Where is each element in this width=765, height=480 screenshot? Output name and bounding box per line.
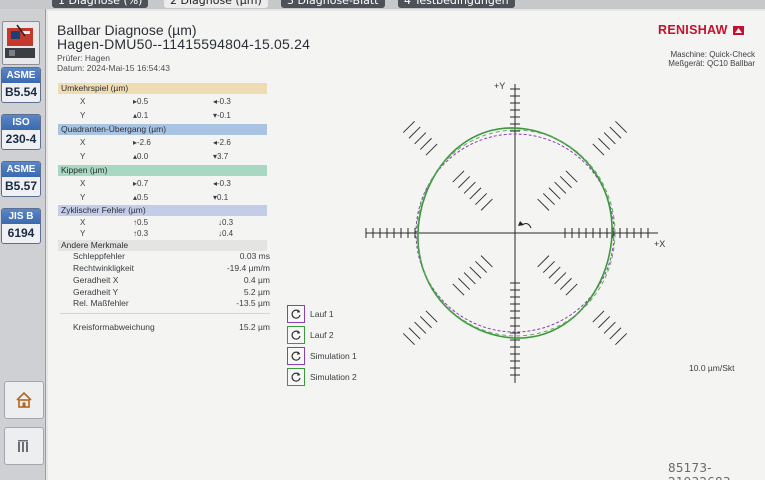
diagonal-tick <box>565 170 578 183</box>
standard-label: ASME <box>2 68 40 83</box>
grid-button[interactable] <box>4 427 44 465</box>
diagonal-tick <box>469 266 482 279</box>
x-axis-label: +X <box>654 239 665 249</box>
diagonal-tick <box>425 310 438 323</box>
standard-asme-b557-button[interactable]: ASME B5.57 <box>1 161 41 197</box>
tab-diagnose-um[interactable]: 2 Diagnose (µm) <box>164 0 268 8</box>
diagonal-tick <box>475 193 488 206</box>
listing-id: 85173-21932683 <box>668 461 730 480</box>
diagonal-tick <box>475 260 488 273</box>
tab-bar: 1 Diagnose (%) 2 Diagnose (µm) 3 Diagnos… <box>0 0 765 9</box>
diagonal-tick <box>615 120 628 133</box>
diagonal-tick <box>603 132 616 145</box>
diagonal-tick <box>408 126 421 139</box>
standard-jis-b6194-button[interactable]: JIS B 6194 <box>1 208 41 244</box>
diagonal-tick <box>537 198 550 211</box>
diagonal-tick <box>592 310 605 323</box>
ballbar-logo-button[interactable] <box>2 21 40 65</box>
rotation-direction-arrow <box>521 223 532 229</box>
diagonal-tick <box>537 255 550 268</box>
diagonal-tick <box>554 181 567 194</box>
diagnose-panel: Ballbar Diagnose (µm) Hagen-DMU50--11415… <box>48 11 765 480</box>
arrow-head <box>518 221 524 226</box>
diagonal-tick <box>425 143 438 156</box>
screen: 1 Diagnose (%) 2 Diagnose (µm) 3 Diagnos… <box>0 0 765 480</box>
ballbar-device-icon <box>5 24 35 58</box>
diagonal-tick <box>414 132 427 145</box>
diagonal-tick <box>609 327 622 340</box>
y-axis-label: +Y <box>494 81 505 91</box>
diagonal-tick <box>615 333 628 346</box>
sidebar: ASME B5.54 ISO 230-4 ASME B5.57 JIS B 61… <box>0 9 46 480</box>
standard-label: ASME <box>2 162 40 177</box>
diagonal-tick <box>458 176 471 189</box>
diagonal-tick <box>408 327 421 340</box>
standard-label: JIS B <box>2 209 40 224</box>
diagonal-tick <box>542 260 555 273</box>
tab-testbedingungen[interactable]: 4 Testbedingungen <box>398 0 515 8</box>
diagonal-tick <box>469 187 482 200</box>
diagonal-tick <box>419 316 432 329</box>
ballbar-polar-plot: +Y +X <box>365 81 665 383</box>
diagonal-tick <box>480 255 493 268</box>
standard-label: ISO <box>2 115 40 130</box>
standard-iso-2304-button[interactable]: ISO 230-4 <box>1 114 41 150</box>
diagonal-tick <box>542 193 555 206</box>
diagonal-tick <box>609 126 622 139</box>
standard-code: 230-4 <box>2 130 40 149</box>
standard-asme-b554-button[interactable]: ASME B5.54 <box>1 67 41 103</box>
diagonal-tick <box>598 137 611 150</box>
diagonal-tick <box>554 272 567 285</box>
diagonal-tick <box>463 181 476 194</box>
tab-diagnose-percent[interactable]: 1 Diagnose (%) <box>52 0 149 8</box>
home-icon <box>16 391 32 408</box>
diagonal-tick <box>603 321 616 334</box>
diagonal-tick <box>458 277 471 290</box>
diagonal-tick <box>559 277 572 290</box>
standard-code: B5.57 <box>2 177 40 196</box>
diagonal-tick <box>598 316 611 329</box>
diagonal-tick <box>548 187 561 200</box>
diagonal-tick <box>452 170 465 183</box>
diagonal-tick <box>559 176 572 189</box>
diagonal-tick <box>565 283 578 296</box>
diagonal-tick <box>452 283 465 296</box>
diagonal-tick <box>402 120 415 133</box>
diagonal-tick <box>548 266 561 279</box>
home-button[interactable] <box>4 381 44 419</box>
grid-icon <box>18 440 28 452</box>
scale-label: 10.0 µm/Skt <box>689 363 735 373</box>
diagonal-tick <box>480 198 493 211</box>
diagonal-tick <box>463 272 476 285</box>
standard-code: 6194 <box>2 224 40 243</box>
diagonal-tick <box>402 333 415 346</box>
diagonal-tick <box>419 137 432 150</box>
diagonal-tick <box>414 321 427 334</box>
diagonal-tick <box>592 143 605 156</box>
tab-diagnose-blatt[interactable]: 3 Diagnose-Blatt <box>281 0 385 8</box>
standard-code: B5.54 <box>2 83 40 102</box>
